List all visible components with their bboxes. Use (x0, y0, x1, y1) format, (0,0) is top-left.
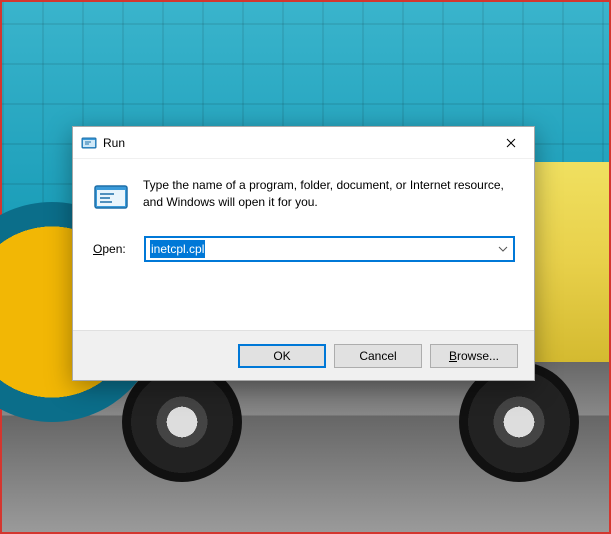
browse-button[interactable]: Browse... (430, 344, 518, 368)
open-combobox[interactable]: inetcpl.cpl (145, 237, 514, 261)
dialog-content: Type the name of a program, folder, docu… (73, 159, 534, 330)
dialog-title: Run (103, 136, 488, 150)
cancel-button[interactable]: Cancel (334, 344, 422, 368)
open-label: Open: (93, 242, 133, 256)
run-dialog: Run Type the name of a program, folder, … (72, 126, 535, 381)
close-icon (506, 138, 516, 148)
run-icon (81, 135, 97, 151)
run-icon-large (93, 179, 129, 215)
dialog-description: Type the name of a program, folder, docu… (143, 177, 514, 215)
button-row: OK Cancel Browse... (73, 330, 534, 380)
open-input[interactable] (145, 237, 514, 261)
titlebar[interactable]: Run (73, 127, 534, 159)
close-button[interactable] (488, 127, 534, 159)
dropdown-button[interactable] (493, 238, 513, 260)
ok-button[interactable]: OK (238, 344, 326, 368)
chevron-down-icon (498, 246, 508, 252)
